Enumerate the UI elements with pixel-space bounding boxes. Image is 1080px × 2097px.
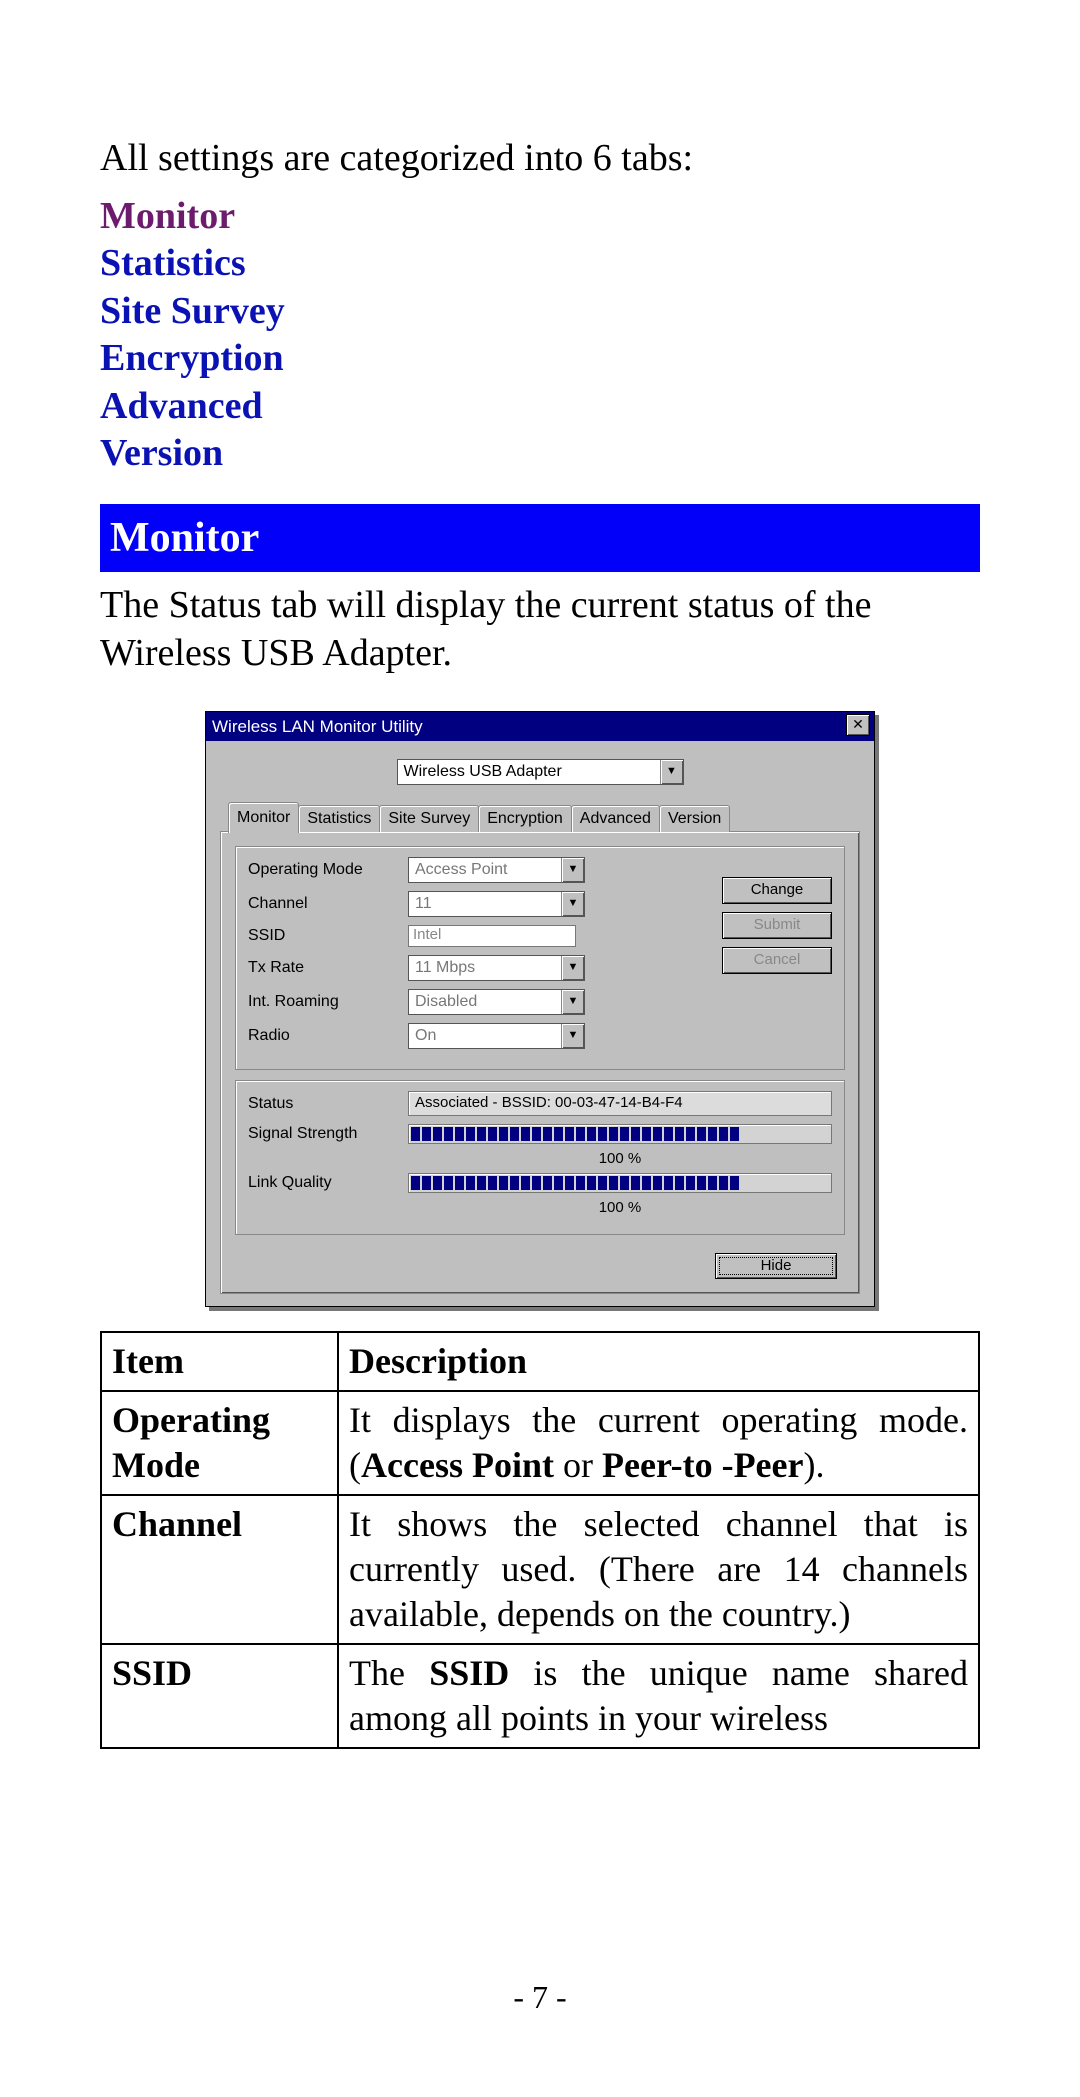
dialog-tab-version[interactable]: Version <box>659 805 730 832</box>
dialog-tabs: Monitor Statistics Site Survey Encryptio… <box>220 801 860 832</box>
link-statistics[interactable]: Statistics <box>100 240 980 288</box>
link-quality-percent: 100 % <box>408 1199 832 1218</box>
link-advanced[interactable]: Advanced <box>100 383 980 431</box>
channel-label: Channel <box>248 894 408 914</box>
signal-strength-percent: 100 % <box>408 1150 832 1169</box>
status-value: Associated - BSSID: 00-03-47-14-B4-F4 <box>408 1091 832 1116</box>
dialog-tab-advanced[interactable]: Advanced <box>571 805 660 832</box>
tx-rate-label: Tx Rate <box>248 958 408 978</box>
table-row-channel-desc: It shows the selected channel that is cu… <box>338 1495 979 1644</box>
int-roaming-label: Int. Roaming <box>248 992 408 1012</box>
dialog-titlebar: Wireless LAN Monitor Utility ✕ <box>206 712 874 741</box>
description-table: Item Description Operating Mode It displ… <box>100 1331 980 1749</box>
operating-mode-select: Access Point ▼ <box>408 857 585 883</box>
signal-strength-bar <box>408 1124 832 1144</box>
table-row-channel-item: Channel <box>101 1495 338 1644</box>
dialog-window: Wireless LAN Monitor Utility ✕ Wireless … <box>205 711 875 1307</box>
dialog-tab-monitor[interactable]: Monitor <box>228 802 299 833</box>
chevron-down-icon: ▼ <box>561 1024 584 1048</box>
channel-select: 11 ▼ <box>408 891 585 917</box>
table-row-operating-mode-item: Operating Mode <box>101 1391 338 1495</box>
signal-strength-label: Signal Strength <box>248 1124 408 1144</box>
settings-group: Change Submit Cancel Operating Mode Acce… <box>235 846 845 1070</box>
link-encryption[interactable]: Encryption <box>100 335 980 383</box>
dialog-title: Wireless LAN Monitor Utility <box>210 714 425 739</box>
link-quality-bar <box>408 1173 832 1193</box>
link-site-survey[interactable]: Site Survey <box>100 288 980 336</box>
link-quality-label: Link Quality <box>248 1173 408 1193</box>
ssid-label: SSID <box>248 926 408 946</box>
chevron-down-icon: ▼ <box>561 858 584 882</box>
link-monitor[interactable]: Monitor <box>100 193 980 241</box>
tx-rate-select: 11 Mbps ▼ <box>408 955 585 981</box>
chevron-down-icon[interactable]: ▼ <box>660 760 683 784</box>
dialog-tab-statistics[interactable]: Statistics <box>298 805 380 832</box>
link-version[interactable]: Version <box>100 430 980 478</box>
adapter-select-value: Wireless USB Adapter <box>398 760 660 784</box>
section-header-monitor: Monitor <box>100 504 980 573</box>
tx-rate-value: 11 Mbps <box>409 956 561 980</box>
operating-mode-label: Operating Mode <box>248 860 408 880</box>
table-row-ssid-item: SSID <box>101 1644 338 1748</box>
radio-label: Radio <box>248 1026 408 1046</box>
submit-button: Submit <box>722 912 832 939</box>
operating-mode-value: Access Point <box>409 858 561 882</box>
int-roaming-value: Disabled <box>409 990 561 1014</box>
adapter-select[interactable]: Wireless USB Adapter ▼ <box>397 759 684 785</box>
hide-button[interactable]: Hide <box>715 1253 837 1280</box>
dialog-tab-pane: Change Submit Cancel Operating Mode Acce… <box>220 831 860 1294</box>
dialog-tab-site-survey[interactable]: Site Survey <box>379 805 479 832</box>
dialog-tab-encryption[interactable]: Encryption <box>478 805 572 832</box>
cancel-button: Cancel <box>722 947 832 974</box>
radio-value: On <box>409 1024 561 1048</box>
page-number: - 7 - <box>0 1977 1080 2017</box>
chevron-down-icon: ▼ <box>561 990 584 1014</box>
ssid-field: Intel <box>408 925 576 947</box>
chevron-down-icon: ▼ <box>561 892 584 916</box>
table-header-item: Item <box>101 1332 338 1391</box>
channel-value: 11 <box>409 892 561 916</box>
chevron-down-icon: ▼ <box>561 956 584 980</box>
intro-text: All settings are categorized into 6 tabs… <box>100 135 980 183</box>
section-body-text: The Status tab will display the current … <box>100 582 980 677</box>
table-header-description: Description <box>338 1332 979 1391</box>
change-button[interactable]: Change <box>722 877 832 904</box>
table-row-operating-mode-desc: It displays the current operating mode. … <box>338 1391 979 1495</box>
int-roaming-select: Disabled ▼ <box>408 989 585 1015</box>
close-icon[interactable]: ✕ <box>846 714 870 736</box>
status-label: Status <box>248 1094 408 1114</box>
tab-link-list: Monitor Statistics Site Survey Encryptio… <box>100 193 980 478</box>
radio-select: On ▼ <box>408 1023 585 1049</box>
status-group: Status Associated - BSSID: 00-03-47-14-B… <box>235 1080 845 1234</box>
dialog-screenshot: Wireless LAN Monitor Utility ✕ Wireless … <box>205 711 875 1307</box>
table-row-ssid-desc: The SSID is the unique name shared among… <box>338 1644 979 1748</box>
